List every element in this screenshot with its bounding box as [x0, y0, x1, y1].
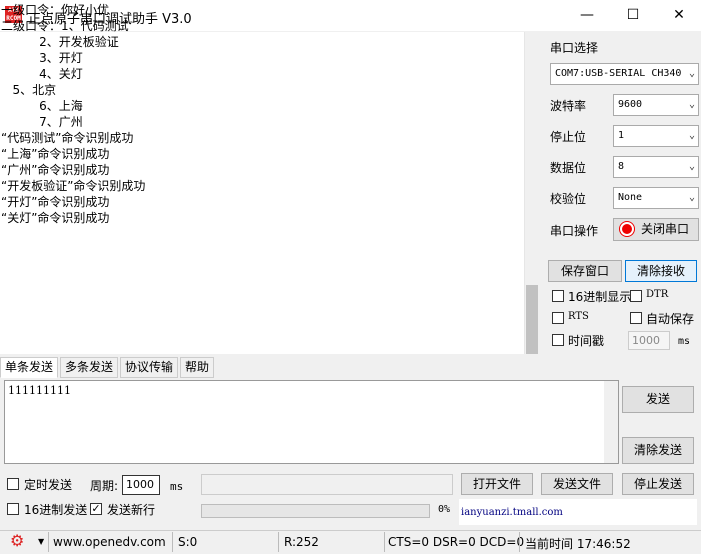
parity-value: None — [618, 192, 643, 203]
chevron-down-icon: ⌄ — [688, 161, 695, 172]
status-separator — [519, 532, 520, 552]
auto-save-checkbox[interactable] — [630, 312, 642, 324]
chevron-down-icon: ⌄ — [688, 192, 695, 203]
sent-count: S:0 — [178, 535, 198, 549]
website-link[interactable]: www.openedv.com — [53, 535, 166, 549]
chevron-down-icon: ⌄ — [688, 99, 695, 110]
tab-help[interactable]: 帮助 — [180, 357, 215, 378]
hex-display-label: 16进制显示 — [568, 290, 632, 304]
hex-display-checkbox[interactable] — [552, 290, 564, 302]
send-file-button[interactable]: 发送文件 — [541, 473, 613, 495]
receive-scrollbar-thumb[interactable] — [526, 285, 538, 354]
send-text: 111111111 — [8, 384, 71, 397]
period-input[interactable]: 1000 — [122, 475, 160, 495]
timestamp-checkbox[interactable] — [552, 334, 564, 346]
timestamp-ms-label: ms — [678, 336, 691, 347]
rts-label: RTS — [568, 311, 589, 322]
dtr-checkbox[interactable] — [630, 290, 642, 302]
port-select-value: COM7:USB-SERIAL CH340 — [555, 68, 682, 79]
send-newline-label: 发送新行 — [107, 503, 156, 517]
period-label: 周期: — [90, 479, 119, 493]
clear-send-button[interactable]: 清除发送 — [622, 437, 694, 464]
chevron-down-icon: ⌄ — [688, 68, 695, 79]
stop-bits-label: 停止位 — [550, 130, 587, 144]
data-bits-value: 8 — [618, 161, 625, 172]
stop-send-button[interactable]: 停止发送 — [622, 473, 694, 495]
tab-protocol[interactable]: 协议传输 — [120, 357, 179, 378]
port-operation-label: 串口操作 — [550, 224, 599, 238]
dtr-label: DTR — [646, 289, 669, 300]
stop-bits-value: 1 — [618, 130, 625, 141]
clear-receive-button[interactable]: 清除接收 — [625, 260, 697, 282]
auto-save-label: 自动保存 — [646, 312, 695, 326]
maximize-button[interactable]: ☐ — [610, 0, 656, 31]
send-newline-checkbox[interactable]: ✓ — [90, 503, 102, 515]
send-scrollbar[interactable] — [604, 381, 618, 463]
status-separator — [384, 532, 385, 552]
data-bits-label: 数据位 — [550, 161, 587, 175]
period-ms-label: ms — [170, 480, 184, 493]
timed-send-checkbox[interactable] — [7, 478, 19, 490]
tab-single-send[interactable]: 单条发送 — [0, 357, 59, 378]
timestamp-period-input[interactable]: 1000 — [628, 331, 670, 350]
parity-label: 校验位 — [550, 192, 587, 206]
parity-select[interactable]: None ⌄ — [613, 187, 699, 209]
rts-checkbox[interactable] — [552, 312, 564, 324]
baud-rate-select[interactable]: 9600 ⌄ — [613, 94, 699, 116]
send-button[interactable]: 发送 — [622, 386, 694, 413]
timed-send-label: 定时发送 — [24, 478, 73, 492]
chevron-down-icon: ⌄ — [688, 130, 695, 141]
status-separator — [48, 532, 49, 552]
send-progress-bar — [201, 504, 430, 518]
stop-bits-select[interactable]: 1 ⌄ — [613, 125, 699, 147]
hex-send-label: 16进制发送 — [24, 503, 88, 517]
send-progress-percent: 0% — [438, 504, 451, 515]
baud-rate-label: 波特率 — [550, 99, 587, 113]
current-time: 当前时间 17:46:52 — [525, 537, 631, 551]
status-separator — [172, 532, 173, 552]
open-file-button[interactable]: 打开文件 — [461, 473, 533, 495]
receive-text: 一级口令：你好小优 二级口令：1、代码测试 2、开发板验证 3、开灯 4、关灯 … — [1, 3, 146, 225]
received-count: R:252 — [284, 535, 319, 549]
status-separator — [278, 532, 279, 552]
caret-down-icon[interactable]: ▼ — [38, 537, 44, 546]
minimize-button[interactable]: — — [564, 0, 610, 31]
tab-multi-send[interactable]: 多条发送 — [60, 357, 119, 378]
data-bits-select[interactable]: 8 ⌄ — [613, 156, 699, 178]
close-button[interactable]: ✕ — [656, 0, 701, 31]
file-path-input[interactable] — [201, 474, 453, 495]
hex-send-checkbox[interactable] — [7, 503, 19, 515]
gear-icon[interactable]: ⚙ — [10, 533, 24, 549]
save-window-button[interactable]: 保存窗口 — [548, 260, 622, 282]
port-status-led-icon — [620, 222, 634, 236]
send-text-area[interactable] — [4, 380, 619, 464]
ad-link-text[interactable]: ianyuanzi.tmall.com — [461, 507, 563, 518]
port-select-label: 串口选择 — [550, 41, 599, 55]
port-select[interactable]: COM7:USB-SERIAL CH340 ⌄ — [550, 63, 699, 85]
baud-rate-value: 9600 — [618, 99, 643, 110]
modem-lines-status: CTS=0 DSR=0 DCD=0 — [388, 535, 525, 549]
timestamp-label: 时间戳 — [568, 334, 605, 348]
